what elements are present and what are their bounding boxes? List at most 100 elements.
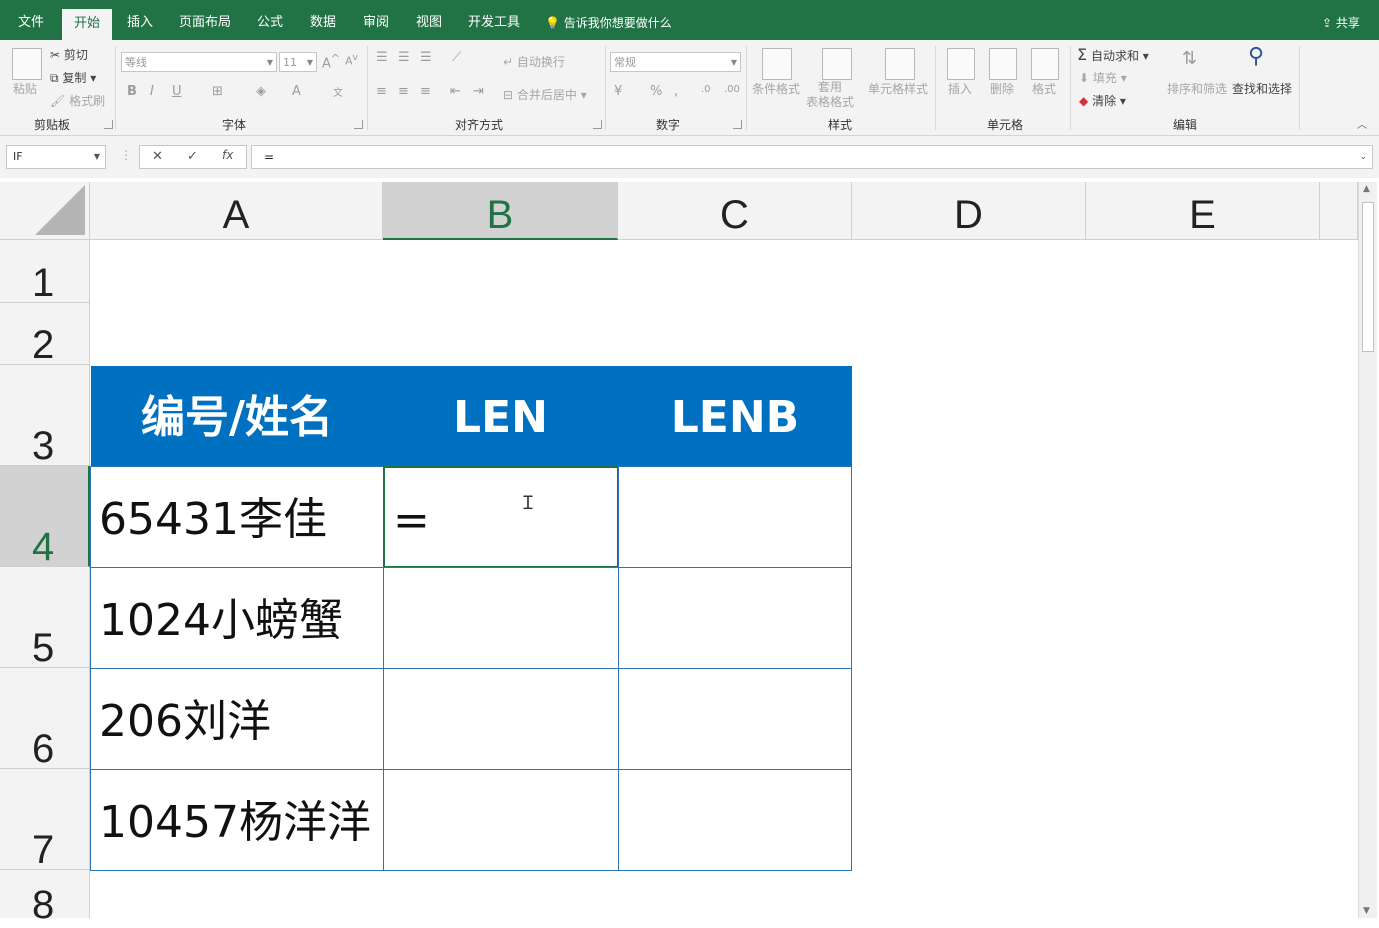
formula-input[interactable]: = ⌄: [251, 145, 1373, 169]
align-center-icon[interactable]: ≡: [398, 84, 409, 99]
chevron-down-icon[interactable]: ▼: [94, 146, 100, 168]
number-launcher-icon[interactable]: [733, 120, 742, 129]
format-cells-icon[interactable]: [1031, 48, 1059, 80]
decrease-indent-icon[interactable]: ⇤: [450, 84, 461, 99]
column-header-a[interactable]: A: [90, 182, 383, 240]
column-header-b[interactable]: B: [383, 182, 618, 240]
orientation-icon[interactable]: ⟋: [452, 50, 461, 65]
clipboard-launcher-icon[interactable]: [104, 120, 113, 129]
format-cells-label[interactable]: 格式: [1032, 80, 1056, 97]
underline-button[interactable]: U: [172, 84, 182, 99]
share-button[interactable]: ⇪ 共享: [1322, 0, 1360, 40]
font-size-combo[interactable]: 11 ▼: [279, 52, 317, 72]
table-cell[interactable]: 10457杨洋洋: [90, 769, 384, 871]
autosum-button[interactable]: Σ 自动求和 ▾: [1077, 45, 1149, 64]
splitter-handle-icon[interactable]: ⋮: [120, 148, 132, 162]
align-top-icon[interactable]: ☰: [376, 50, 388, 65]
decrease-decimal-icon[interactable]: .00: [724, 84, 740, 95]
align-right-icon[interactable]: ≡: [420, 84, 431, 99]
fill-button[interactable]: ⬇ 填充 ▾: [1079, 69, 1127, 86]
cut-button[interactable]: ✂ 剪切: [50, 46, 88, 63]
table-cell[interactable]: 206刘洋: [90, 668, 384, 770]
cancel-icon[interactable]: ✕: [152, 149, 163, 164]
tab-formulas[interactable]: 公式: [252, 0, 288, 40]
vertical-scrollbar[interactable]: ▲ ▼: [1358, 182, 1377, 918]
table-cell[interactable]: [383, 668, 619, 770]
align-middle-icon[interactable]: ☰: [398, 50, 410, 65]
scroll-up-icon[interactable]: ▲: [1363, 184, 1370, 194]
font-color-icon[interactable]: A: [292, 84, 301, 99]
format-painter-button[interactable]: 🖌 格式刷: [50, 92, 105, 109]
paste-label[interactable]: 粘贴: [13, 80, 37, 97]
increase-font-icon[interactable]: A^: [322, 52, 340, 71]
row-header-1[interactable]: 1: [0, 240, 90, 305]
alignment-launcher-icon[interactable]: [593, 120, 602, 129]
row-header-5[interactable]: 5: [0, 567, 90, 670]
tell-me-search[interactable]: 💡 告诉我你想要做什么: [545, 0, 672, 40]
number-format-combo[interactable]: 常规 ▼: [610, 52, 741, 72]
increase-decimal-icon[interactable]: .0: [701, 84, 711, 95]
column-header-c[interactable]: C: [618, 182, 852, 240]
name-box[interactable]: IF ▼: [6, 145, 106, 169]
table-cell[interactable]: 1024小螃蟹: [90, 567, 384, 669]
delete-cells-icon[interactable]: [989, 48, 1017, 80]
paste-icon[interactable]: [12, 48, 42, 80]
border-icon[interactable]: ⊞: [212, 84, 223, 99]
align-left-icon[interactable]: ≡: [376, 84, 387, 99]
table-header-cell[interactable]: 编号/姓名: [91, 366, 383, 466]
table-header-cell[interactable]: LENB: [618, 366, 852, 466]
clear-button[interactable]: ◆ 清除 ▾: [1079, 92, 1126, 109]
format-as-table-icon[interactable]: [822, 48, 852, 80]
table-header-cell[interactable]: LEN: [383, 366, 618, 466]
decrease-font-icon[interactable]: Av: [345, 52, 358, 68]
sort-filter-label[interactable]: 排序和筛选: [1167, 80, 1227, 97]
cell-styles-icon[interactable]: [885, 48, 915, 80]
table-cell[interactable]: [618, 668, 852, 770]
table-cell[interactable]: [383, 567, 619, 669]
currency-icon[interactable]: ¥: [614, 84, 622, 99]
scrollbar-thumb[interactable]: [1362, 202, 1374, 352]
wrap-text-button[interactable]: ↵ 自动换行: [503, 53, 565, 70]
font-name-combo[interactable]: 等线 ▼: [121, 52, 277, 72]
tab-page-layout[interactable]: 页面布局: [176, 0, 234, 40]
select-all-button[interactable]: [0, 182, 90, 240]
conditional-format-icon[interactable]: [762, 48, 792, 80]
search-icon[interactable]: ⚲: [1248, 44, 1264, 69]
merge-center-button[interactable]: ⊟ 合并后居中 ▾: [503, 86, 587, 103]
column-header-f-partial[interactable]: [1320, 182, 1358, 240]
scroll-down-icon[interactable]: ▼: [1363, 906, 1370, 916]
italic-button[interactable]: I: [150, 84, 154, 99]
tab-view[interactable]: 视图: [411, 0, 447, 40]
row-header-6[interactable]: 6: [0, 668, 90, 771]
table-cell[interactable]: [618, 769, 852, 871]
phonetic-icon[interactable]: 文: [333, 84, 343, 99]
table-cell[interactable]: [618, 466, 852, 568]
row-header-7[interactable]: 7: [0, 769, 90, 872]
copy-button[interactable]: ⧉ 复制 ▾: [50, 69, 96, 86]
increase-indent-icon[interactable]: ⇥: [473, 84, 484, 99]
tab-insert[interactable]: 插入: [122, 0, 158, 40]
active-cell-b4[interactable]: =: [383, 466, 619, 568]
sort-filter-icon[interactable]: ⇅: [1182, 48, 1197, 69]
insert-function-icon[interactable]: fx: [222, 148, 233, 162]
align-bottom-icon[interactable]: ☰: [420, 50, 432, 65]
percent-button[interactable]: %: [650, 84, 662, 99]
insert-cells-icon[interactable]: [947, 48, 975, 80]
tab-data[interactable]: 数据: [305, 0, 341, 40]
expand-formula-icon[interactable]: ⌄: [1359, 146, 1367, 168]
row-header-4[interactable]: 4: [0, 466, 90, 569]
column-header-d[interactable]: D: [852, 182, 1086, 240]
format-as-table-label[interactable]: 套用 表格格式: [806, 80, 854, 110]
confirm-icon[interactable]: ✓: [187, 149, 198, 164]
font-launcher-icon[interactable]: [354, 120, 363, 129]
collapse-ribbon-icon[interactable]: ︿: [1357, 116, 1367, 131]
tab-home[interactable]: 开始: [62, 9, 112, 40]
row-header-8[interactable]: 8: [0, 870, 90, 927]
bold-button[interactable]: B: [127, 84, 137, 99]
row-header-2[interactable]: 2: [0, 303, 90, 367]
cell-styles-label[interactable]: 单元格样式: [868, 80, 928, 97]
find-select-label[interactable]: 查找和选择: [1232, 80, 1292, 97]
delete-cells-label[interactable]: 删除: [990, 80, 1014, 97]
comma-icon[interactable]: ,: [674, 84, 678, 99]
table-cell[interactable]: [618, 567, 852, 669]
